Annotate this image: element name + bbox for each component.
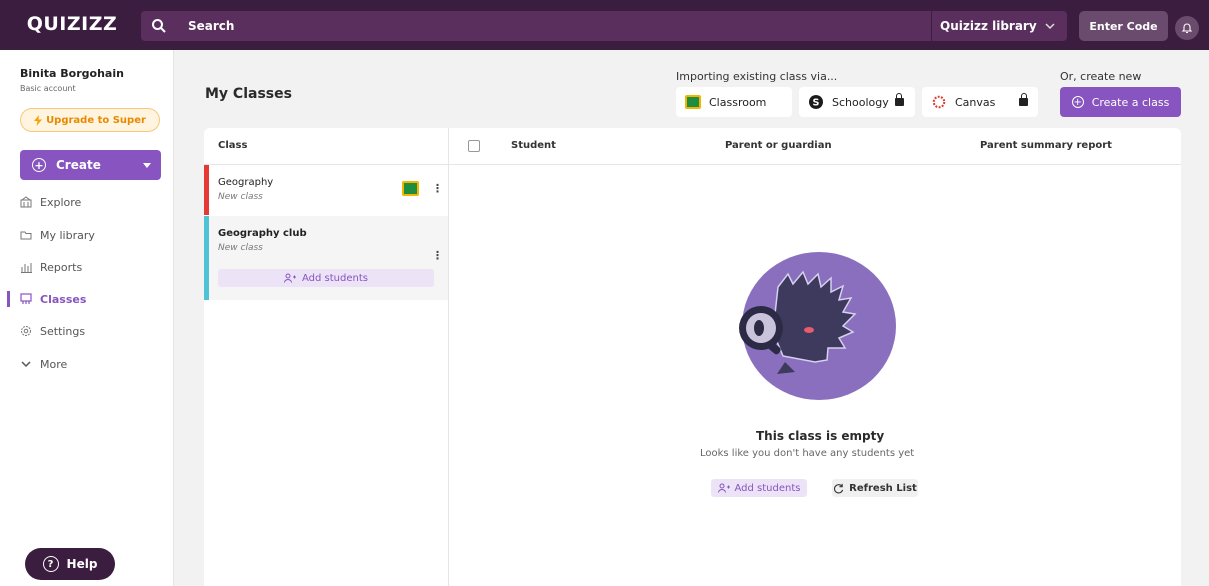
active-indicator (7, 291, 10, 307)
classes-panel: Class Student Parent or guardian Parent … (204, 128, 1181, 586)
create-new-label: Or, create new (1060, 70, 1142, 83)
class-name: Geography (218, 177, 274, 188)
column-header-parent: Parent or guardian (725, 140, 832, 151)
canvas-icon (932, 95, 946, 109)
sidebar-item-explore[interactable]: Explore (20, 193, 81, 211)
sidebar-item-settings[interactable]: Settings (20, 322, 85, 340)
column-header-student: Student (511, 140, 556, 151)
lock-icon (894, 93, 904, 106)
import-classroom-button[interactable]: Classroom (676, 87, 792, 117)
schoology-icon: S (809, 95, 823, 109)
class-name: Geography club (218, 228, 307, 239)
user-name: Binita Borgohain (20, 67, 124, 80)
refresh-label: Refresh List (849, 482, 917, 494)
more-vertical-icon[interactable]: ⋮ (432, 182, 443, 195)
import-label: Importing existing class via... (676, 70, 838, 83)
chevron-down-icon (21, 361, 31, 368)
import-option-label: Classroom (709, 95, 767, 109)
explore-icon (20, 196, 32, 208)
enter-code-button[interactable]: Enter Code (1079, 11, 1168, 41)
sidebar-item-label: More (40, 357, 68, 371)
class-list-item[interactable]: Geography club New class ⋮ Add students (204, 216, 448, 300)
empty-class-illustration (739, 252, 896, 400)
select-all-checkbox[interactable] (468, 140, 480, 152)
create-class-button[interactable]: + Create a class (1060, 87, 1181, 117)
class-color-stripe (204, 165, 209, 215)
quizizz-logo[interactable]: QUIZIZZ (14, 11, 130, 37)
page-title: My Classes (205, 86, 292, 102)
library-select[interactable]: Quizizz library (940, 19, 1037, 33)
add-students-button[interactable]: Add students (218, 269, 434, 287)
import-canvas-button[interactable]: Canvas (922, 87, 1038, 117)
folder-icon (20, 231, 32, 240)
empty-state-title: This class is empty (756, 429, 885, 443)
sidebar-item-reports[interactable]: Reports (20, 258, 82, 276)
refresh-icon (834, 483, 844, 493)
sidebar-item-label: My library (40, 228, 95, 242)
upgrade-button[interactable]: Upgrade to Super (20, 108, 160, 132)
reports-icon (21, 263, 32, 273)
import-option-label: Canvas (955, 95, 996, 109)
sidebar-item-classes[interactable]: Classes (20, 290, 86, 308)
search-bar[interactable]: Search Quizizz library (141, 11, 1067, 41)
sidebar-item-label: Classes (40, 292, 87, 306)
sidebar-item-label: Explore (40, 195, 82, 209)
sidebar-item-label: Settings (40, 324, 86, 338)
column-header-report: Parent summary report (980, 140, 1112, 151)
search-icon (152, 19, 166, 33)
svg-text:S: S (813, 98, 820, 109)
empty-state-subtitle: Looks like you don't have any students y… (700, 448, 915, 459)
create-class-label: Create a class (1091, 95, 1170, 109)
gear-icon (21, 326, 31, 336)
more-vertical-icon[interactable]: ⋮ (432, 249, 443, 262)
help-button[interactable]: ? Help (25, 548, 115, 580)
sidebar-item-label: Reports (40, 260, 83, 274)
add-user-icon (284, 273, 296, 283)
import-schoology-button[interactable]: S Schoology (799, 87, 915, 117)
create-button[interactable]: + Create (20, 150, 161, 180)
sidebar-item-more[interactable]: More (20, 355, 67, 373)
top-bar: QUIZIZZ Search Quizizz library Enter Cod… (0, 0, 1209, 50)
search-input[interactable]: Search (188, 19, 234, 33)
help-label: Help (66, 557, 98, 571)
sidebar-item-my-library[interactable]: My library (20, 226, 95, 244)
plus-circle-icon: + (1071, 96, 1084, 108)
class-list-item[interactable]: Geography New class ⋮ (204, 165, 448, 215)
class-subtitle: New class (218, 192, 263, 202)
lightning-icon (34, 114, 43, 126)
notification-button[interactable] (1175, 16, 1199, 40)
divider (448, 128, 449, 586)
sidebar: Binita Borgohain Basic account Upgrade t… (0, 50, 174, 586)
class-subtitle: New class (218, 243, 263, 253)
add-students-button[interactable]: Add students (711, 479, 807, 497)
add-students-label: Add students (734, 482, 801, 494)
lock-icon (1019, 93, 1029, 106)
add-students-label: Add students (302, 272, 368, 284)
help-icon: ? (42, 556, 59, 572)
column-header-class: Class (218, 140, 248, 151)
google-classroom-icon (685, 95, 701, 109)
class-color-stripe (204, 216, 209, 300)
google-classroom-icon (402, 181, 419, 196)
caret-down-icon[interactable] (143, 163, 151, 168)
create-label: Create (56, 158, 101, 172)
account-type: Basic account (20, 84, 76, 93)
plus-circle-icon: + (32, 158, 46, 172)
classes-icon (20, 293, 32, 304)
add-user-icon (717, 483, 730, 493)
divider (931, 11, 932, 41)
upgrade-label: Upgrade to Super (46, 114, 146, 126)
bell-icon (1181, 23, 1193, 34)
import-option-label: Schoology (832, 95, 889, 109)
refresh-list-button[interactable]: Refresh List (832, 479, 918, 497)
chevron-down-icon[interactable] (1044, 20, 1056, 32)
